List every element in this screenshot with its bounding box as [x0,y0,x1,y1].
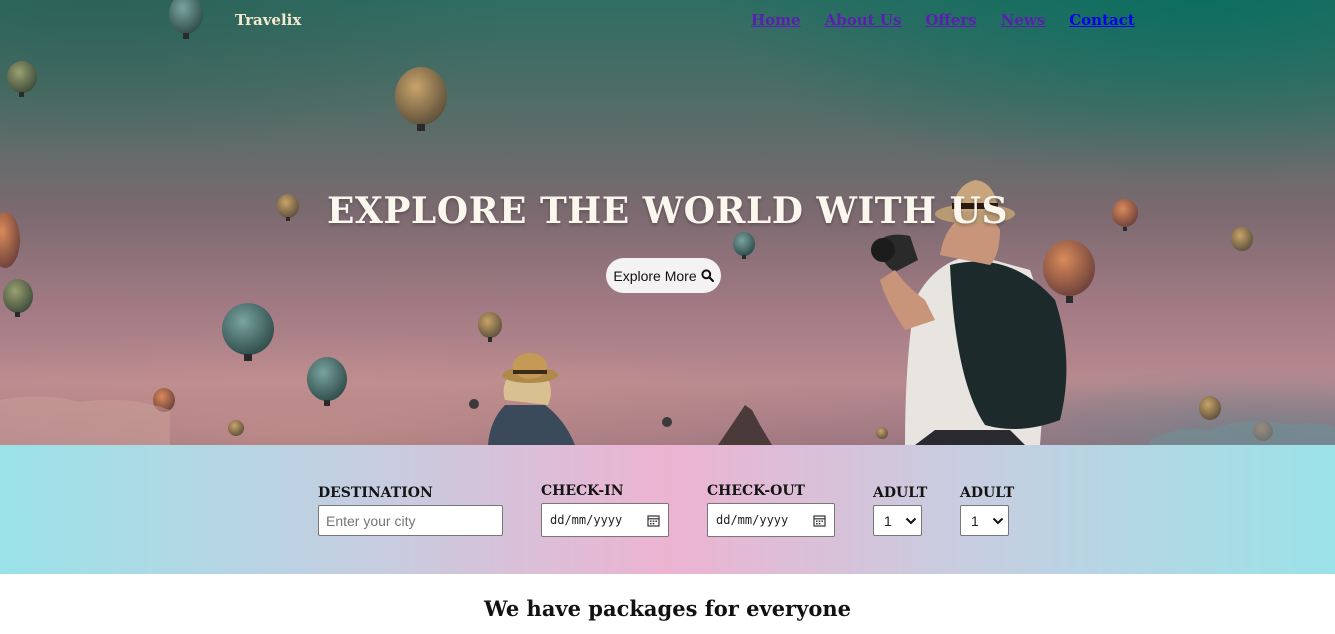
chevron-down-icon [905,517,917,524]
main-nav: Home About Us Offers News Contact [751,11,1135,29]
nav-link-contact[interactable]: Contact [1069,11,1135,29]
adult-select-1-value: 1 [884,512,892,529]
nav-link-home[interactable]: Home [751,11,801,29]
checkout-date-value: dd/mm/yyyy [716,513,789,527]
woman-silhouette [488,353,575,445]
checkin-label: CHECK-IN [541,483,624,499]
chevron-down-icon [992,517,1004,524]
adult-label-1: ADULT [873,485,928,501]
clouds [1150,421,1335,445]
rock-formation [718,405,772,445]
destination-field: DESTINATION [318,485,433,501]
adult-select-2-value: 1 [971,512,979,529]
destination-label: DESTINATION [318,485,433,501]
adult-field-1: ADULT [873,485,927,501]
nav-link-news[interactable]: News [1001,11,1046,29]
booking-form: DESTINATION CHECK-IN dd/mm/yyyy CHECK-OU… [0,445,1335,574]
packages-heading: We have packages for everyone [484,596,851,621]
calendar-icon[interactable] [813,514,826,527]
checkout-field: CHECK-OUT [707,483,805,499]
search-icon [701,269,714,282]
brand-logo[interactable]: Travelix [235,11,301,29]
checkout-date-input[interactable]: dd/mm/yyyy [707,503,835,537]
calendar-icon[interactable] [647,514,660,527]
explore-more-button[interactable]: Explore More [606,258,721,293]
adult-label-2: ADULT [960,485,1015,501]
adult-select-1[interactable]: 1 [873,505,922,536]
adult-select-2[interactable]: 1 [960,505,1009,536]
explore-more-label: Explore More [613,267,697,284]
nav-link-offers[interactable]: Offers [925,11,976,29]
hero-title: EXPLORE THE WORLD WITH US [326,190,1009,232]
nav-link-about[interactable]: About Us [825,11,902,29]
hero-section: Travelix Home About Us Offers News Conta… [0,0,1335,445]
checkin-date-value: dd/mm/yyyy [550,513,623,527]
clouds-left [0,396,170,445]
adult-field-2: ADULT [960,485,1014,501]
checkout-label: CHECK-OUT [707,483,805,499]
checkin-field: CHECK-IN [541,483,624,499]
checkin-date-input[interactable]: dd/mm/yyyy [541,503,669,537]
destination-input[interactable] [318,505,503,536]
